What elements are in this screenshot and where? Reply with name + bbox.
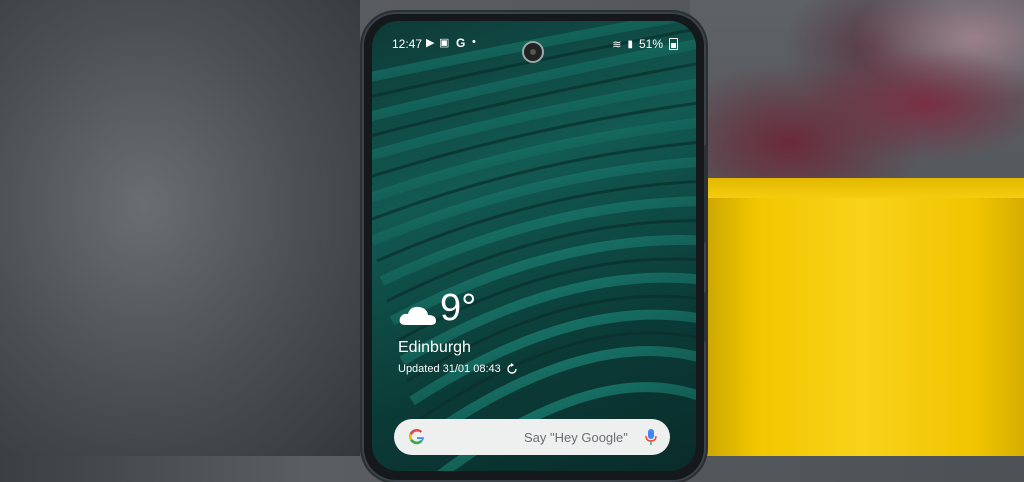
background-plant — [690, 0, 1024, 190]
pot-rim — [700, 178, 1024, 198]
cloud-icon — [399, 306, 436, 325]
battery-percent: 51% — [638, 37, 663, 51]
google-g-icon: G — [456, 36, 466, 50]
play-icon: ▶ — [426, 37, 435, 49]
status-time: 12:47 — [392, 37, 423, 51]
refresh-icon[interactable] — [506, 363, 518, 375]
search-placeholder: Say "Hey Google" — [524, 430, 628, 445]
microphone-icon[interactable] — [644, 428, 658, 446]
power-button — [704, 292, 708, 342]
yellow-pot — [700, 178, 1024, 456]
weather-updated-text: Updated 31/01 08:43 — [398, 363, 501, 375]
status-right: ≋ ▮ 51% — [612, 37, 678, 51]
google-search-bar[interactable]: Say "Hey Google" — [394, 419, 670, 455]
wallpaper — [372, 21, 696, 471]
dot-icon: • — [472, 36, 476, 48]
signal-icon: ▮ — [627, 38, 633, 50]
weather-updated: Updated 31/01 08:43 — [398, 363, 518, 375]
weather-city: Edinburgh — [398, 339, 471, 356]
battery-icon — [669, 38, 678, 50]
volume-button — [704, 145, 708, 243]
message-icon: ▣ — [439, 37, 450, 49]
wifi-icon: ≋ — [612, 38, 622, 51]
weather-temperature: 9° — [440, 287, 477, 329]
status-bar: 12:47 ▶ ▣ G • ≋ ▮ 51% — [372, 31, 696, 61]
google-logo-icon — [409, 428, 424, 445]
background-left — [0, 0, 360, 456]
front-camera — [524, 43, 542, 61]
phone-screen: 12:47 ▶ ▣ G • ≋ ▮ 51% 9° Edinburgh Updat… — [372, 21, 696, 471]
